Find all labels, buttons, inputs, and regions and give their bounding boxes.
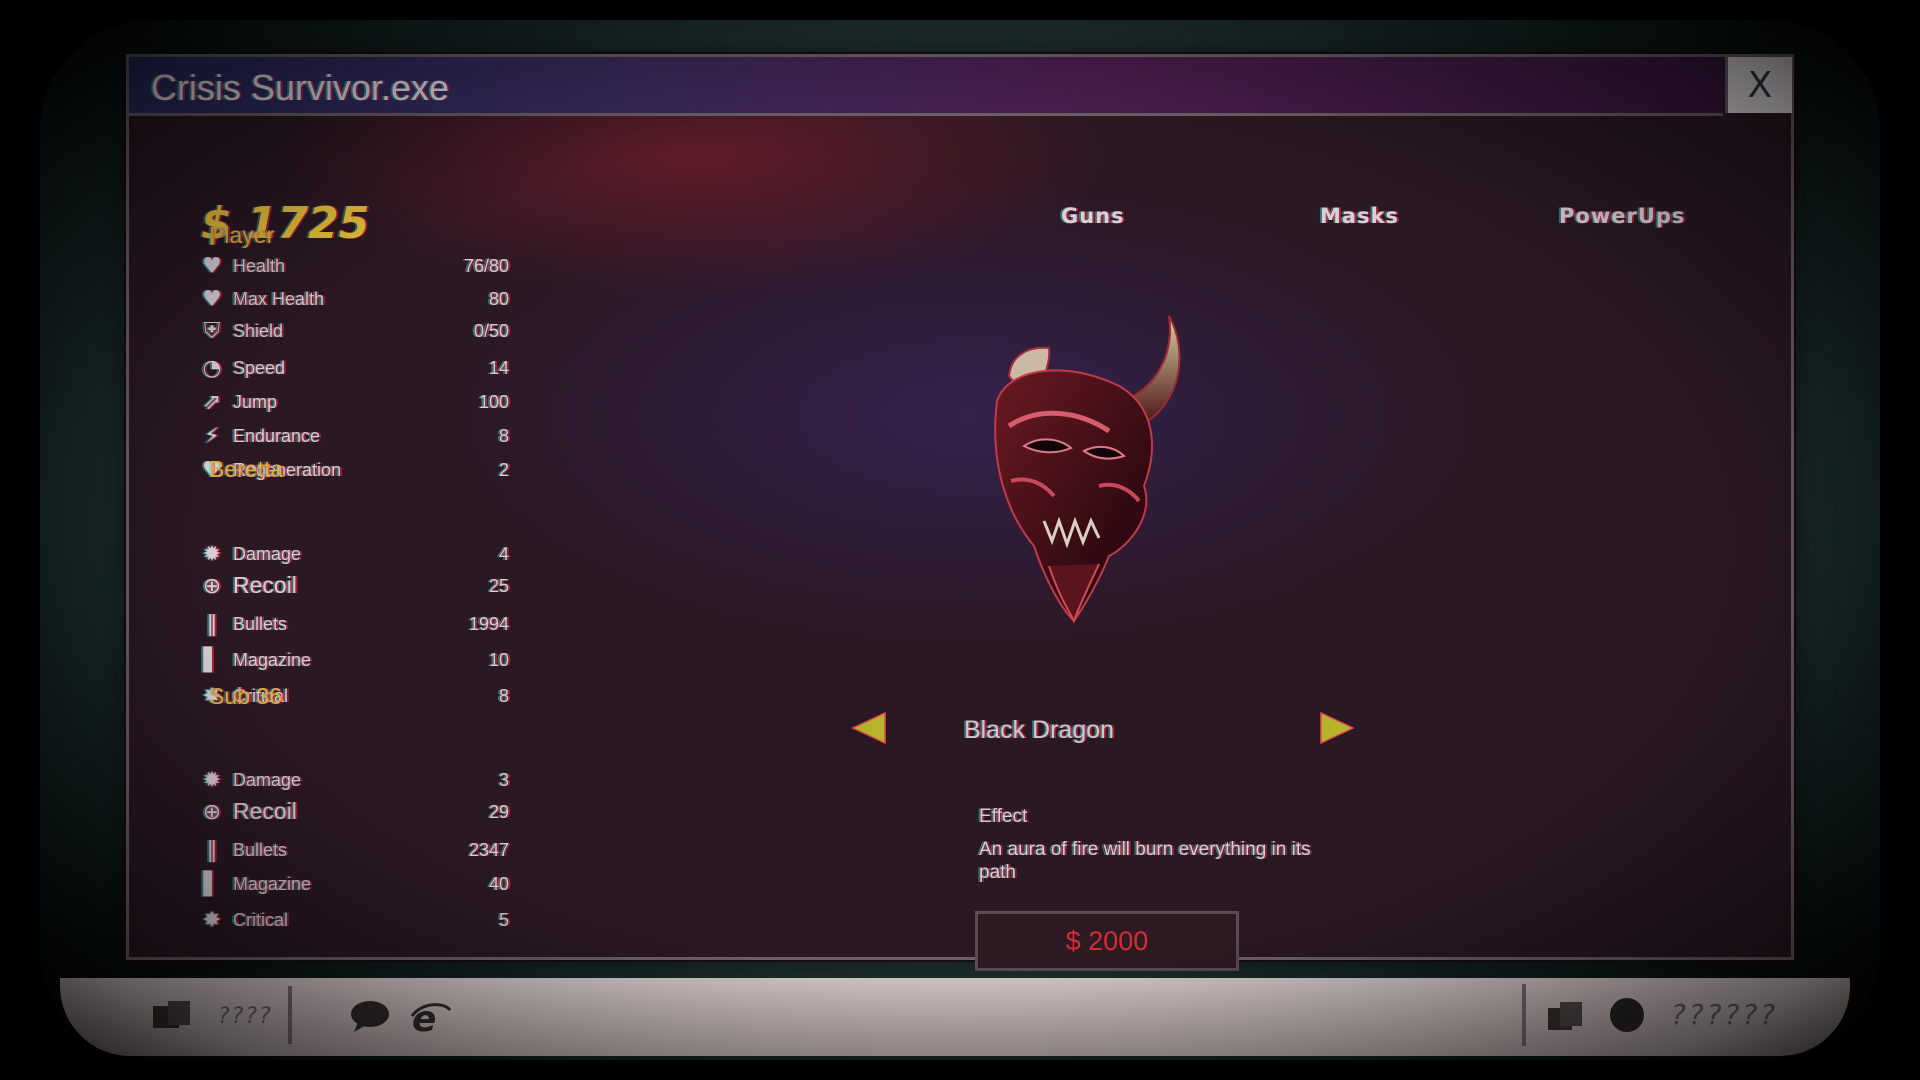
stat-label: Damage: [233, 770, 302, 790]
shield-icon: ⛨: [203, 319, 221, 344]
stat-value: 80: [488, 289, 509, 309]
section-title-player: Player: [209, 222, 275, 248]
stat-row-critical: ✸ Critical 5: [199, 906, 509, 936]
speedometer-icon: ◔: [202, 356, 222, 381]
stat-value: 0/50: [473, 321, 509, 341]
stat-value: 2: [498, 460, 509, 480]
stat-value: 10: [488, 650, 509, 670]
mask-preview: [949, 306, 1249, 666]
stat-row-jump: ⇗ Jump 100: [199, 388, 509, 418]
folder-icon[interactable]: [1546, 998, 1586, 1034]
stat-value: 2347: [468, 840, 509, 860]
tray-label: ??????: [1671, 998, 1779, 1031]
chat-icon[interactable]: [348, 998, 392, 1034]
stat-row-recoil: ⊕ Recoil 25: [199, 572, 509, 602]
crosshair-icon: ⊕: [202, 800, 222, 825]
magazine-icon: ▌: [203, 648, 221, 673]
system-tray: ??????: [1522, 984, 1826, 1046]
bullets-icon: ‖: [206, 838, 218, 863]
stat-label: Speed: [233, 358, 286, 378]
stat-label: Bullets: [233, 614, 288, 634]
start-button[interactable]: ????: [138, 986, 292, 1044]
lightning-icon: ⚡: [204, 424, 220, 449]
stat-value: 5: [498, 910, 509, 930]
stat-label: Recoil: [233, 798, 297, 824]
stat-label: Max Health: [233, 289, 325, 309]
effect-description: An aura of fire will burn everything in …: [979, 839, 1311, 883]
critical-icon: ✸: [202, 908, 222, 933]
stat-row-bullets: ‖ Bullets 2347: [199, 836, 510, 866]
stat-row-magazine: ▌ Magazine 10: [199, 646, 509, 676]
heart-icon: ♥: [202, 254, 222, 279]
demon-mask-icon: [994, 315, 1181, 624]
stat-label: Shield: [233, 321, 284, 341]
start-label: ????: [218, 1004, 273, 1029]
stat-label: Recoil: [233, 572, 297, 598]
stat-label: Bullets: [233, 840, 288, 860]
bullets-icon: ‖: [206, 612, 218, 637]
stat-value: 3: [498, 770, 509, 790]
close-button[interactable]: X: [1725, 57, 1792, 113]
stat-label: Magazine: [233, 874, 312, 894]
stat-row-max-health: ♥ Max Health 80: [199, 285, 509, 315]
jump-icon: ⇗: [202, 390, 222, 415]
arrow-right-icon: [1320, 711, 1355, 745]
explosion-icon: ✹: [202, 542, 222, 567]
browser-icon[interactable]: e: [408, 998, 452, 1038]
stat-row-damage: ✹ Damage 3: [199, 766, 509, 796]
buy-button[interactable]: $ 2000: [975, 911, 1239, 971]
stat-value: 76/80: [463, 256, 509, 276]
crosshair-icon: ⊕: [202, 574, 222, 599]
stat-row-endurance: ⚡ Endurance 8: [199, 422, 509, 452]
item-name: Black Dragon: [963, 716, 1115, 744]
stat-value: 8: [498, 426, 509, 446]
stat-row-bullets: ‖ Bullets 1994: [199, 610, 510, 640]
stat-label: Health: [233, 256, 286, 276]
tab-powerups[interactable]: PowerUps: [1559, 204, 1685, 228]
close-icon: X: [1747, 64, 1773, 106]
folder-icon: [153, 1001, 190, 1028]
stat-row-speed: ◔ Speed 14: [199, 354, 509, 384]
effect-label: Effect: [979, 806, 1028, 827]
section-title-beretta: Beretta: [209, 456, 284, 482]
stat-value: 4: [498, 544, 509, 564]
stat-value: 100: [478, 392, 509, 412]
stat-label: Endurance: [233, 426, 321, 446]
stat-value: 14: [488, 358, 509, 378]
stat-value: 8: [498, 686, 509, 706]
title-bar: Crisis Survivor.exe: [129, 57, 1723, 116]
stat-value: 25: [488, 576, 509, 596]
stat-row-health: ♥ Health 76/80: [199, 252, 509, 282]
stat-row-shield: ⛨ Shield 0/50: [199, 317, 509, 347]
stat-value: 29: [488, 802, 509, 822]
tab-guns[interactable]: Guns: [1061, 204, 1125, 228]
next-item-button[interactable]: [1319, 711, 1355, 749]
stat-value: 40: [488, 874, 509, 894]
heart-plus-icon: ♥: [202, 287, 222, 312]
tab-masks[interactable]: Masks: [1320, 204, 1399, 228]
stat-label: Critical: [233, 910, 289, 930]
price-label: $ 2000: [1065, 925, 1149, 956]
app-window: Crisis Survivor.exe X $ 1725 Player ♥ Hea…: [126, 54, 1794, 971]
section-title-sub36: Sub 36: [209, 683, 282, 709]
taskbar: ???? e ??????: [60, 978, 1850, 1056]
stat-value: 1994: [468, 614, 509, 634]
window-title: Crisis Survivor.exe: [151, 67, 450, 108]
record-icon[interactable]: [1608, 996, 1646, 1034]
magazine-icon: ▌: [203, 872, 221, 897]
shop-content: $ 1725 Player ♥ Health 76/80 ♥ Max Health 80 ⛨…: [129, 116, 1791, 971]
stat-label: Magazine: [233, 650, 312, 670]
stat-label: Damage: [233, 544, 302, 564]
stat-label: Jump: [233, 392, 278, 412]
stat-row-recoil: ⊕ Recoil 29: [199, 798, 509, 828]
stat-row-damage: ✹ Damage 4: [199, 540, 509, 570]
explosion-icon: ✹: [202, 768, 222, 793]
stat-row-magazine: ▌ Magazine 40: [199, 870, 509, 900]
